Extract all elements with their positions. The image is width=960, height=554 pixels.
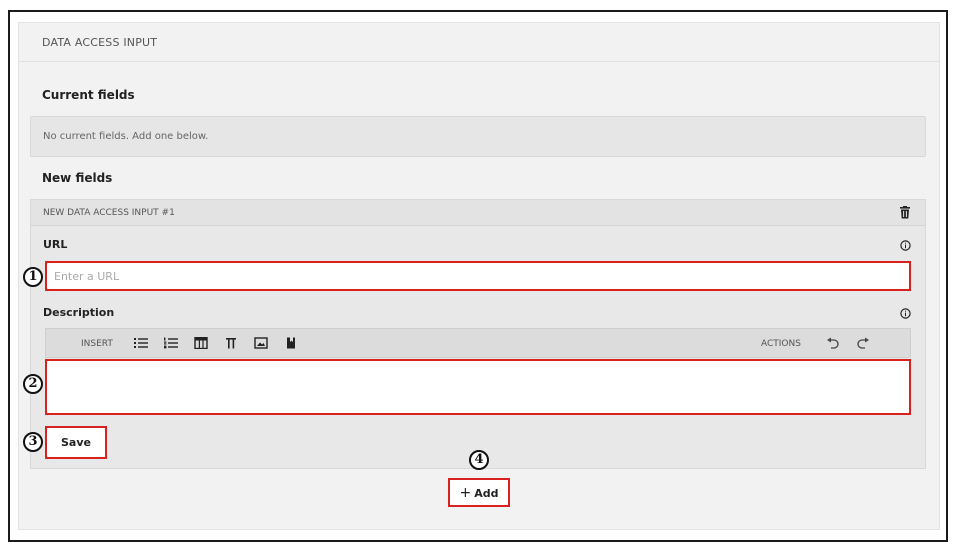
editor-toolbar: INSERT ACTIONS [45,328,911,358]
new-field-card-title: NEW DATA ACCESS INPUT #1 [43,208,175,218]
current-fields-box: No current fields. Add one below. [30,116,926,157]
image-icon[interactable] [254,337,268,349]
current-fields-heading: Current fields [42,88,135,102]
new-field-card: NEW DATA ACCESS INPUT #1 URL Description… [30,199,926,469]
panel-title: DATA ACCESS INPUT [42,36,158,49]
actions-menu-label[interactable]: ACTIONS [761,339,801,349]
callout-4: 4 [469,450,489,470]
insert-menu-label[interactable]: INSERT [81,339,113,349]
table-icon[interactable] [194,337,208,349]
bullet-list-icon[interactable] [134,337,148,349]
url-label: URL [43,238,68,251]
url-input[interactable] [45,261,911,291]
panel-header: DATA ACCESS INPUT [19,23,939,62]
callout-2: 2 [23,374,43,394]
redo-icon[interactable] [856,337,870,349]
numbered-list-icon[interactable] [164,337,178,349]
url-info-icon[interactable] [900,240,911,251]
current-fields-empty-text: No current fields. Add one below. [43,131,209,142]
undo-icon[interactable] [826,337,840,349]
description-info-icon[interactable] [900,308,911,319]
new-field-card-header: NEW DATA ACCESS INPUT #1 [31,200,925,226]
save-button[interactable]: Save [45,426,107,459]
callout-3: 3 [23,432,43,452]
new-fields-heading: New fields [42,171,113,185]
callout-1: 1 [23,267,43,287]
description-editor[interactable] [45,359,911,415]
add-field-button[interactable]: + Add [448,478,510,507]
trash-icon[interactable] [899,206,911,219]
description-label: Description [43,306,115,319]
plus-icon: + [459,484,472,501]
pi-icon[interactable] [224,337,238,349]
add-label: Add [474,486,499,500]
bookmark-icon[interactable] [284,337,298,349]
